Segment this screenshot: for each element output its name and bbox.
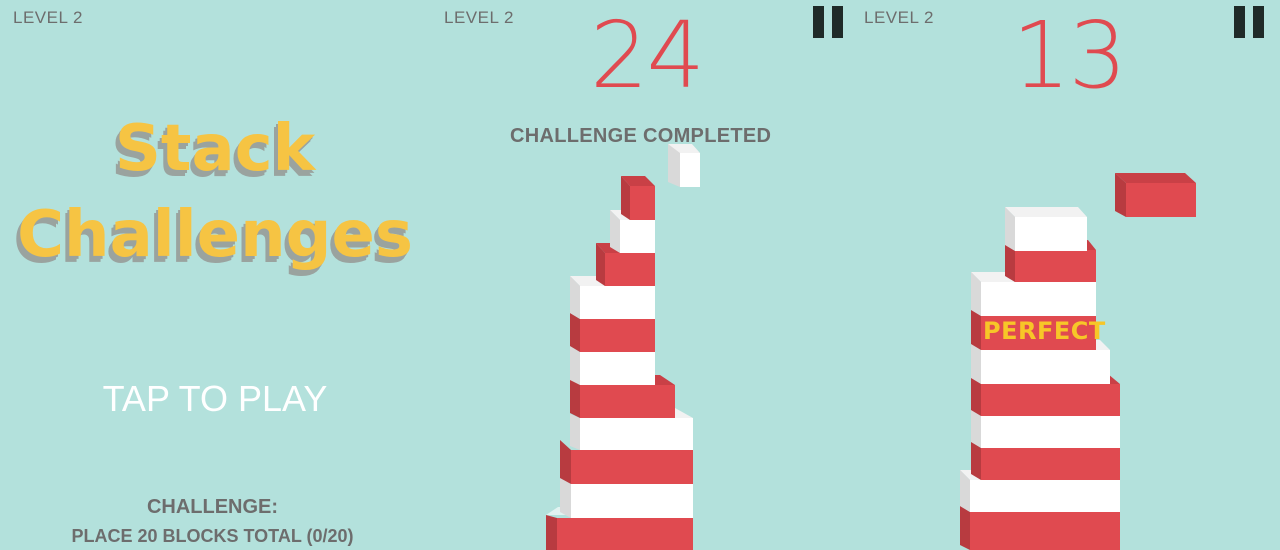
game-title-line2: Challenges	[17, 198, 413, 272]
challenge-heading: CHALLENGE:	[146, 496, 279, 518]
moving-block[interactable]	[1115, 173, 1196, 217]
menu-screen: LEVEL 2 Stack Challenges TAP TO PLAY CHA…	[0, 0, 430, 550]
score-counter: 24	[590, 2, 705, 109]
tower-block	[1005, 207, 1087, 251]
pause-icon[interactable]	[813, 6, 845, 38]
challenge-completed-message: CHALLENGE COMPLETED	[510, 125, 772, 147]
pause-icon[interactable]	[1234, 6, 1266, 38]
challenge-description: PLACE 20 BLOCKS TOTAL (0/20)	[71, 526, 354, 546]
game-title-line1: Stack	[114, 112, 316, 186]
tower-block	[621, 176, 655, 220]
game-screen-completed[interactable]: LEVEL 2 24 CHALLENGE COMPLETED	[430, 0, 850, 550]
tap-to-play-button[interactable]: TAP TO PLAY	[0, 378, 430, 420]
level-label: LEVEL 2	[444, 8, 514, 27]
game-screen-perfect[interactable]: LEVEL 2 13 PERFECT	[850, 0, 1280, 550]
level-label: LEVEL 2	[864, 8, 934, 27]
score-counter: 13	[1012, 2, 1127, 109]
tower-block	[960, 506, 1120, 550]
level-label: LEVEL 2	[13, 8, 83, 27]
perfect-feedback: PERFECT	[983, 317, 1106, 345]
moving-block[interactable]	[668, 144, 700, 187]
